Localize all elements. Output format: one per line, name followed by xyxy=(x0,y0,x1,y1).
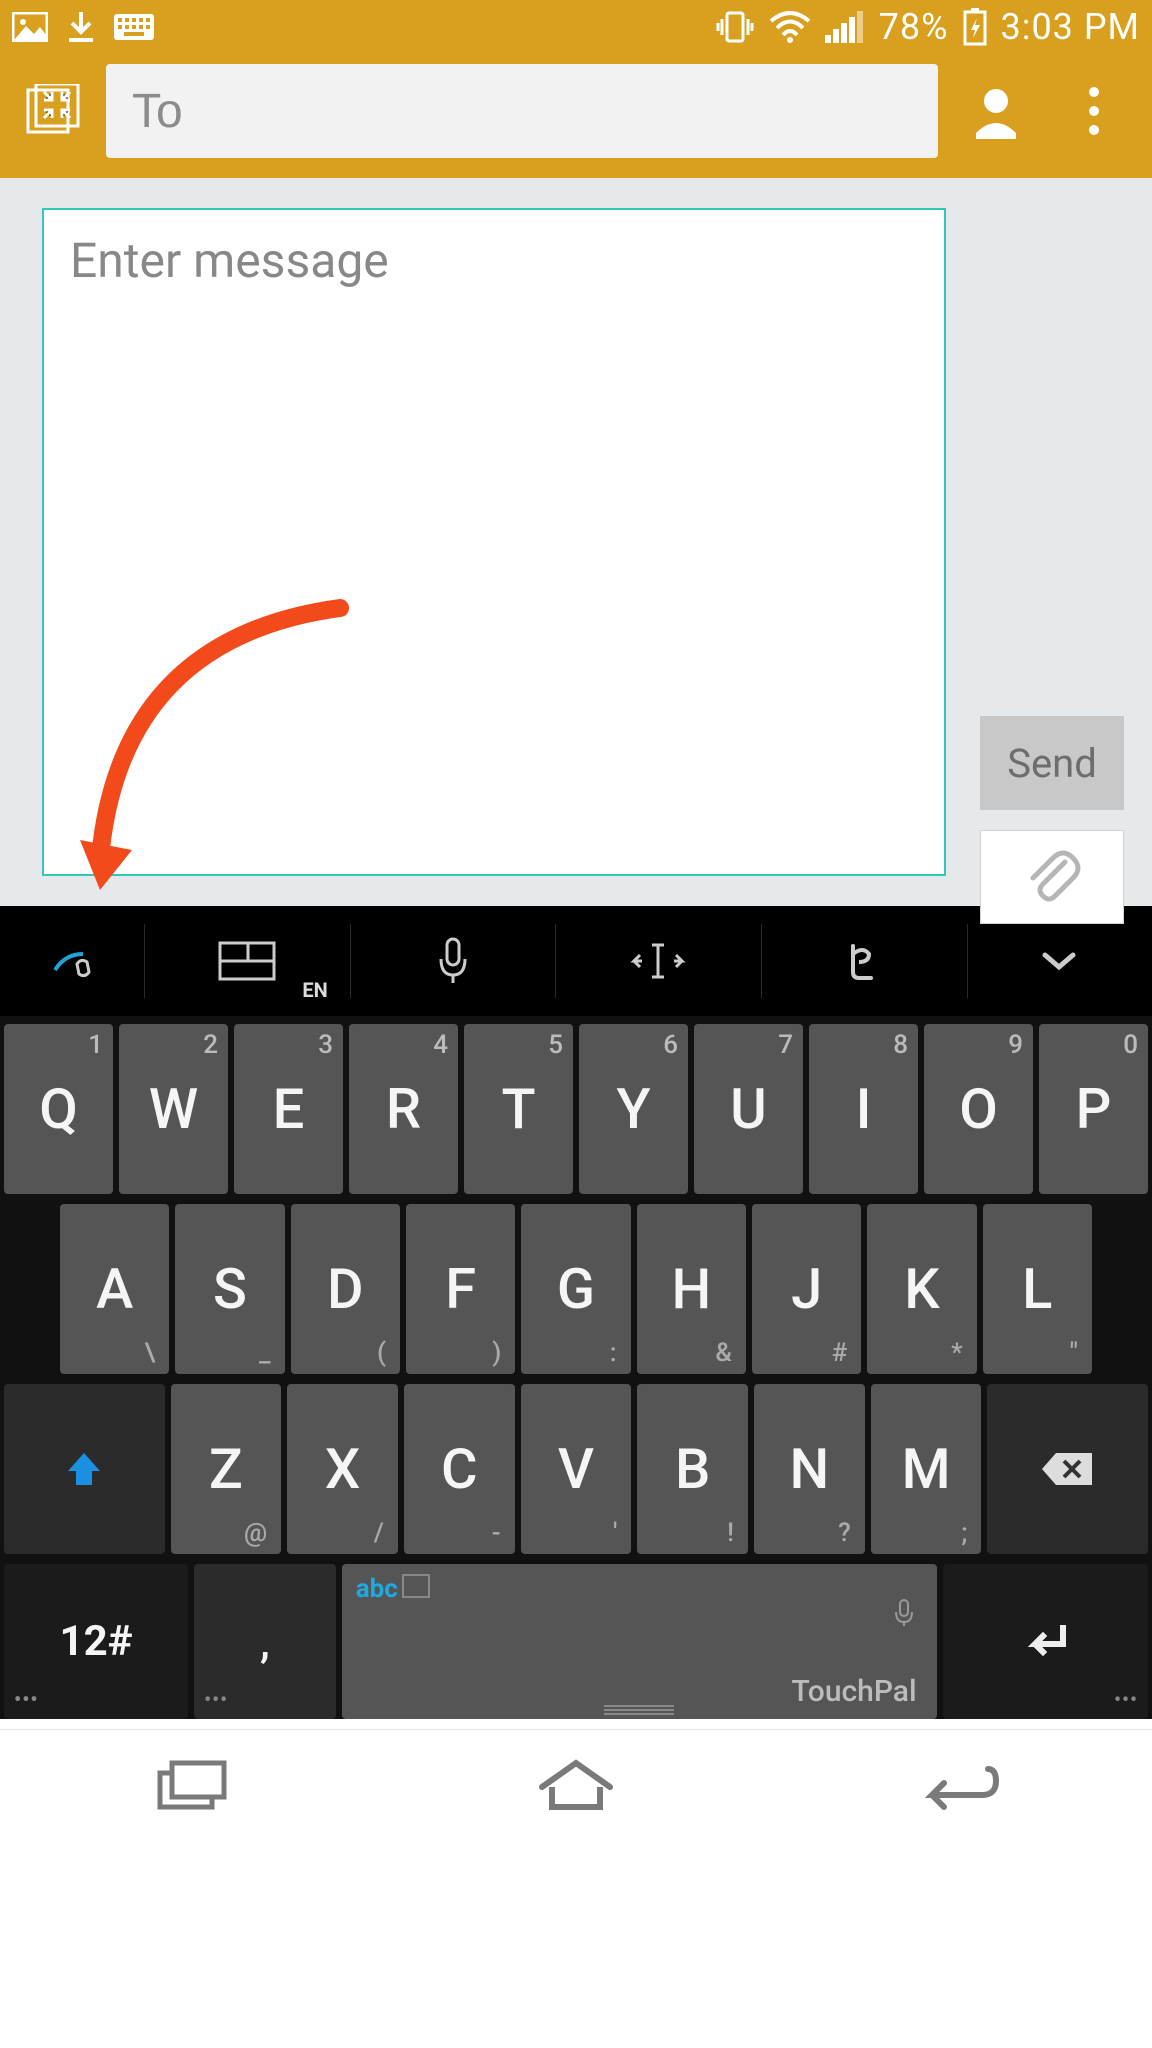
key-v[interactable]: V' xyxy=(521,1384,632,1554)
swipe-mode-button[interactable] xyxy=(0,906,144,1016)
download-icon xyxy=(66,10,96,44)
key-z[interactable]: Z@ xyxy=(171,1384,282,1554)
clock-time: 3:03 PM xyxy=(1001,6,1141,48)
voice-input-button[interactable] xyxy=(350,906,556,1016)
mic-mini-icon xyxy=(893,1576,915,1642)
key-b[interactable]: B! xyxy=(637,1384,748,1554)
key-o[interactable]: O9 xyxy=(924,1024,1033,1194)
key-k[interactable]: K* xyxy=(867,1204,976,1374)
keyboard-layout-button[interactable]: EN xyxy=(144,906,350,1016)
key-j[interactable]: J# xyxy=(752,1204,861,1374)
system-nav-bar xyxy=(0,1729,1152,1839)
key-f[interactable]: F) xyxy=(406,1204,515,1374)
picture-icon xyxy=(12,12,48,42)
send-button[interactable]: Send xyxy=(980,716,1124,810)
symbols-mode-key[interactable]: 12#••• xyxy=(4,1564,188,1719)
vibrate-icon xyxy=(715,7,755,47)
key-a[interactable]: A\ xyxy=(60,1204,169,1374)
key-e[interactable]: E3 xyxy=(234,1024,343,1194)
spacebar-key[interactable]: abc TouchPal xyxy=(342,1564,937,1719)
key-w[interactable]: W2 xyxy=(119,1024,228,1194)
key-s[interactable]: S_ xyxy=(175,1204,284,1374)
key-h[interactable]: H& xyxy=(637,1204,746,1374)
recent-apps-button[interactable] xyxy=(102,1745,282,1825)
key-m[interactable]: M; xyxy=(871,1384,982,1554)
key-t[interactable]: T5 xyxy=(464,1024,573,1194)
key-n[interactable]: N? xyxy=(754,1384,865,1554)
battery-percent: 78% xyxy=(879,6,949,48)
signal-icon xyxy=(825,11,865,43)
key-x[interactable]: X/ xyxy=(287,1384,398,1554)
collapse-keyboard-button[interactable] xyxy=(967,906,1152,1016)
back-button[interactable] xyxy=(870,1745,1050,1825)
keyboard-toolbar: EN xyxy=(0,906,1152,1016)
message-placeholder: Enter message xyxy=(70,232,389,289)
keyboard-brand: TouchPal xyxy=(792,1674,917,1709)
app-bar xyxy=(0,54,1152,178)
wifi-icon xyxy=(769,11,811,43)
recipient-input[interactable] xyxy=(106,64,938,158)
abc-indicator: abc xyxy=(356,1574,398,1604)
cursor-move-button[interactable] xyxy=(555,906,761,1016)
backspace-key[interactable] xyxy=(987,1384,1148,1554)
key-l[interactable]: L" xyxy=(983,1204,1092,1374)
overflow-menu-button[interactable] xyxy=(1054,71,1134,151)
battery-charging-icon xyxy=(963,8,987,46)
collapse-compose-button[interactable] xyxy=(18,76,88,146)
status-bar: 78% 3:03 PM xyxy=(0,0,1152,54)
enter-key[interactable]: ••• xyxy=(943,1564,1148,1719)
key-p[interactable]: P0 xyxy=(1039,1024,1148,1194)
key-u[interactable]: U7 xyxy=(694,1024,803,1194)
home-button[interactable] xyxy=(486,1745,666,1825)
key-i[interactable]: I8 xyxy=(809,1024,918,1194)
keyboard-status-icon xyxy=(114,14,154,40)
message-input[interactable]: Enter message xyxy=(42,208,946,876)
key-c[interactable]: C- xyxy=(404,1384,515,1554)
comma-key[interactable]: ,••• xyxy=(194,1564,336,1719)
shift-key[interactable] xyxy=(4,1384,165,1554)
virtual-keyboard: Q1W2E3R4T5Y6U7I8O9P0 A\S_D(F)G:H&J#K*L" … xyxy=(0,1016,1152,1719)
key-y[interactable]: Y6 xyxy=(579,1024,688,1194)
language-badge: EN xyxy=(302,978,327,1002)
compose-area: Enter message Send xyxy=(0,178,1152,906)
key-d[interactable]: D( xyxy=(291,1204,400,1374)
twitter-button[interactable] xyxy=(761,906,967,1016)
key-r[interactable]: R4 xyxy=(349,1024,458,1194)
key-g[interactable]: G: xyxy=(521,1204,630,1374)
add-contact-button[interactable] xyxy=(956,71,1036,151)
key-q[interactable]: Q1 xyxy=(4,1024,113,1194)
